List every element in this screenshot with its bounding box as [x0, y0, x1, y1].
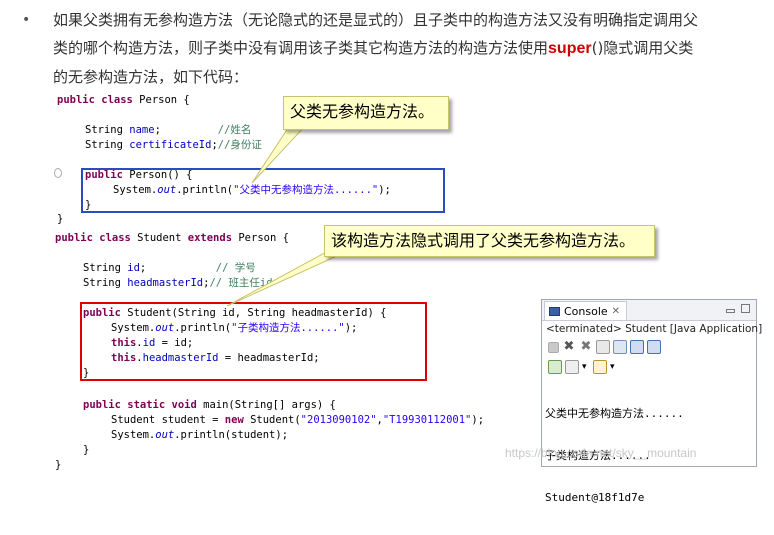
show-stdout-icon[interactable] [630, 340, 644, 354]
breakpoint-marker [54, 168, 62, 178]
callout-tail-top [251, 125, 307, 184]
para-line-2: 类的哪个构造方法，则子类中没有调用该子类其它构造方法的构造方法使用super()… [53, 34, 774, 63]
console-toolbar-1: ✖ ✖ [542, 337, 756, 357]
console-status: <terminated> Student [Java Application] [546, 323, 763, 335]
para-line-3: 的无参构造方法，如下代码： [53, 68, 249, 86]
code-println-student: System.out.println(student); [111, 429, 289, 441]
dropdown-icon[interactable]: ▾ [610, 360, 618, 374]
para-line-2a: 类的哪个构造方法，则子类中没有调用该子类其它构造方法的构造方法使用 [53, 39, 549, 57]
code-brace: } [83, 444, 90, 456]
terminate-icon[interactable] [548, 341, 559, 353]
window-controls [726, 304, 750, 313]
remove-launch-icon[interactable]: ✖ [562, 340, 576, 354]
show-stderr-icon[interactable] [647, 340, 661, 354]
console-panel: Console ✕ <terminated> Student [Java App… [541, 299, 763, 504]
para-line-2b: ()隐式调用父类 [591, 39, 694, 57]
callout-middle: 该构造方法隐式调用了父类无参构造方法。 [324, 225, 655, 257]
callout-middle-text: 该构造方法隐式调用了父类无参构造方法。 [331, 231, 636, 250]
para-line-1: 如果父类拥有无参构造方法（无论隐式的还是显式的）且子类中的构造方法又没有明确指定… [53, 11, 699, 29]
minimize-icon[interactable] [726, 309, 735, 313]
open-console-icon[interactable] [593, 360, 607, 374]
console-tabbar: Console ✕ [542, 300, 756, 321]
scroll-lock-icon[interactable] [613, 340, 627, 354]
watermark: https://blog.csdn.net/sky__mountain [505, 446, 697, 460]
callout-top-text: 父类无参构造方法。 [290, 102, 435, 121]
paragraph: 如果父类拥有无参构造方法（无论隐式的还是显式的）且子类中的构造方法又没有明确指定… [53, 6, 774, 91]
console-tab-label: Console [564, 304, 608, 318]
code-name-field: String name; //姓名 [85, 124, 252, 136]
super-keyword: super [548, 40, 592, 57]
code-cert-field: String certificateId;//身份证 [85, 139, 262, 151]
callout-tail-middle [226, 250, 351, 307]
display-selected-icon[interactable] [565, 360, 579, 374]
code-person-decl: public class Person { [57, 94, 190, 106]
code-new-student: Student student = new Student("201309010… [111, 414, 485, 426]
code-brace: } [57, 213, 64, 225]
maximize-icon[interactable] [741, 304, 750, 313]
console-toolbar-2: ▾ ▾ [542, 357, 756, 377]
clear-console-icon[interactable] [596, 340, 610, 354]
callout-top: 父类无参构造方法。 [283, 96, 449, 130]
dropdown-icon[interactable]: ▾ [582, 360, 590, 374]
console-output-line: 父类中无参构造方法...... [545, 407, 684, 420]
remove-all-icon[interactable]: ✖ [579, 340, 593, 354]
pin-console-icon[interactable] [548, 360, 562, 374]
console-output-line: Student@18f1d7e [545, 491, 645, 504]
close-icon[interactable]: ✕ [612, 306, 620, 317]
code-brace: } [55, 459, 62, 471]
console-tab[interactable]: Console ✕ [544, 301, 628, 320]
console-icon [549, 306, 560, 316]
highlight-box-child-ctor [80, 302, 427, 381]
bullet-icon: • [22, 12, 31, 28]
code-student-decl: public class Student extends Person { [55, 232, 289, 244]
code-main: public static void main(String[] args) { [83, 399, 336, 411]
